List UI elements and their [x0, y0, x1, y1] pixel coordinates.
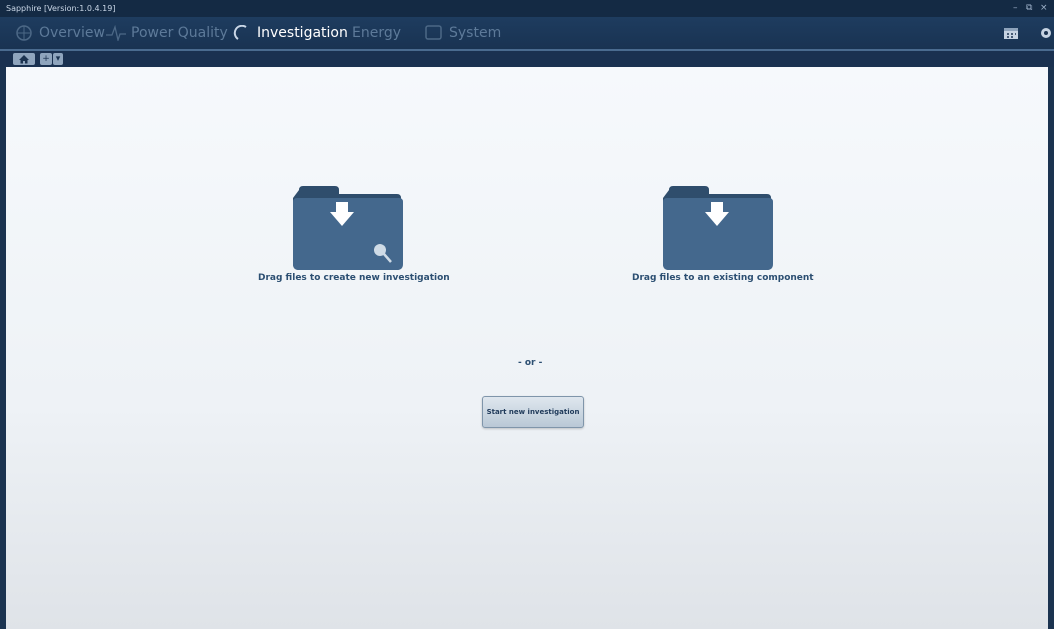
drop-existing-label: Drag files to an existing component — [632, 273, 814, 283]
tab-system[interactable]: System — [424, 22, 501, 44]
or-separator: - or - — [518, 358, 543, 368]
tab-menu-dropdown[interactable]: ▾ — [53, 53, 63, 65]
monitor-icon — [424, 25, 444, 41]
close-icon[interactable]: × — [1040, 3, 1048, 13]
home-icon — [19, 55, 29, 64]
window-title: Sapphire [Version:1.0.4.19] — [6, 4, 116, 13]
tab-label: Overview — [39, 25, 105, 41]
home-button[interactable] — [13, 53, 35, 65]
globe-icon — [14, 25, 34, 41]
tab-label: Power Quality — [131, 25, 228, 41]
tab-label: Investigation — [257, 25, 348, 41]
tab-label: System — [449, 25, 502, 41]
drop-zone-new-investigation[interactable] — [291, 186, 405, 274]
magnifier-icon — [232, 24, 252, 41]
tab-label: Energy — [352, 25, 402, 41]
folder-search-icon — [293, 186, 403, 270]
tab-power-quality[interactable]: Power Quality — [106, 22, 228, 44]
waveform-icon — [106, 24, 126, 43]
tab-overview[interactable]: Overview — [14, 22, 105, 44]
title-bar: Sapphire [Version:1.0.4.19] – ⧉ × — [0, 0, 1054, 17]
add-tab-button[interactable]: + — [40, 53, 52, 65]
minimize-icon[interactable]: – — [1013, 3, 1018, 13]
main-navigation: Overview Power Quality Investigation Ene… — [0, 17, 1054, 51]
investigation-start-panel: Drag files to create new investigation D… — [6, 67, 1048, 629]
folder-download-icon — [663, 186, 773, 270]
toolbar: + ▾ — [0, 51, 1054, 67]
start-new-investigation-button[interactable]: Start new investigation — [482, 396, 584, 428]
tab-energy[interactable]: Energy — [352, 22, 401, 44]
restore-icon[interactable]: ⧉ — [1026, 3, 1032, 13]
drop-zone-existing-component[interactable] — [661, 186, 775, 274]
gear-icon[interactable] — [1038, 25, 1054, 45]
calendar-icon[interactable] — [1003, 25, 1019, 44]
tab-investigation[interactable]: Investigation — [232, 22, 348, 44]
drop-new-label: Drag files to create new investigation — [258, 273, 450, 283]
